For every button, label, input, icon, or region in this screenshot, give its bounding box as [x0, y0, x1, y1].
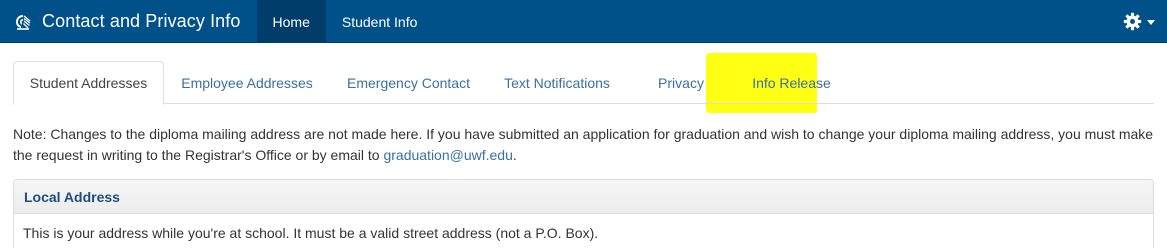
tab-privacy[interactable]: Privacy [627, 61, 735, 104]
tab-info-release[interactable]: Info Release [735, 61, 848, 104]
nav-item-home[interactable]: Home [256, 0, 326, 43]
tab-label: Privacy [658, 74, 704, 91]
panel-title: Local Address [14, 180, 1153, 214]
tab-label: Student Addresses [29, 75, 148, 91]
address-tabs: Student Addresses Employee Addresses Eme… [13, 61, 1154, 105]
tab-label: Text Notifications [504, 74, 610, 91]
tab-text-notifications[interactable]: Text Notifications [487, 61, 627, 104]
tab-label: Employee Addresses [181, 74, 313, 91]
tab-employee-addresses[interactable]: Employee Addresses [164, 61, 330, 104]
registrar-email-link[interactable]: graduation@uwf.edu [383, 147, 512, 163]
tab-emergency-contact[interactable]: Emergency Contact [330, 61, 487, 104]
top-navbar: Contact and Privacy Info Home Student In… [0, 0, 1167, 43]
uwf-nautilus-logo-icon [13, 12, 33, 32]
caret-down-icon [1147, 20, 1155, 25]
navbar-spacer [433, 0, 1111, 42]
settings-dropdown-button[interactable] [1111, 0, 1167, 43]
diploma-address-note: Note: Changes to the diploma mailing add… [13, 124, 1154, 166]
gear-icon [1123, 12, 1142, 31]
tab-label: Info Release [752, 74, 831, 91]
nav-item-label: Home [272, 13, 310, 30]
tab-label: Emergency Contact [347, 74, 470, 91]
nav-item-student-info[interactable]: Student Info [326, 0, 434, 43]
panel-description: This is your address while you're at sch… [23, 225, 599, 241]
nav-item-label: Student Info [341, 13, 418, 30]
tab-student-addresses[interactable]: Student Addresses [13, 61, 164, 105]
app-brand[interactable]: Contact and Privacy Info [0, 0, 257, 43]
local-address-panel: Local Address This is your address while… [13, 179, 1154, 248]
note-text: Note: Changes to the diploma mailing add… [13, 126, 1154, 163]
note-text-end: . [512, 147, 517, 163]
app-title: Contact and Privacy Info [42, 11, 241, 31]
